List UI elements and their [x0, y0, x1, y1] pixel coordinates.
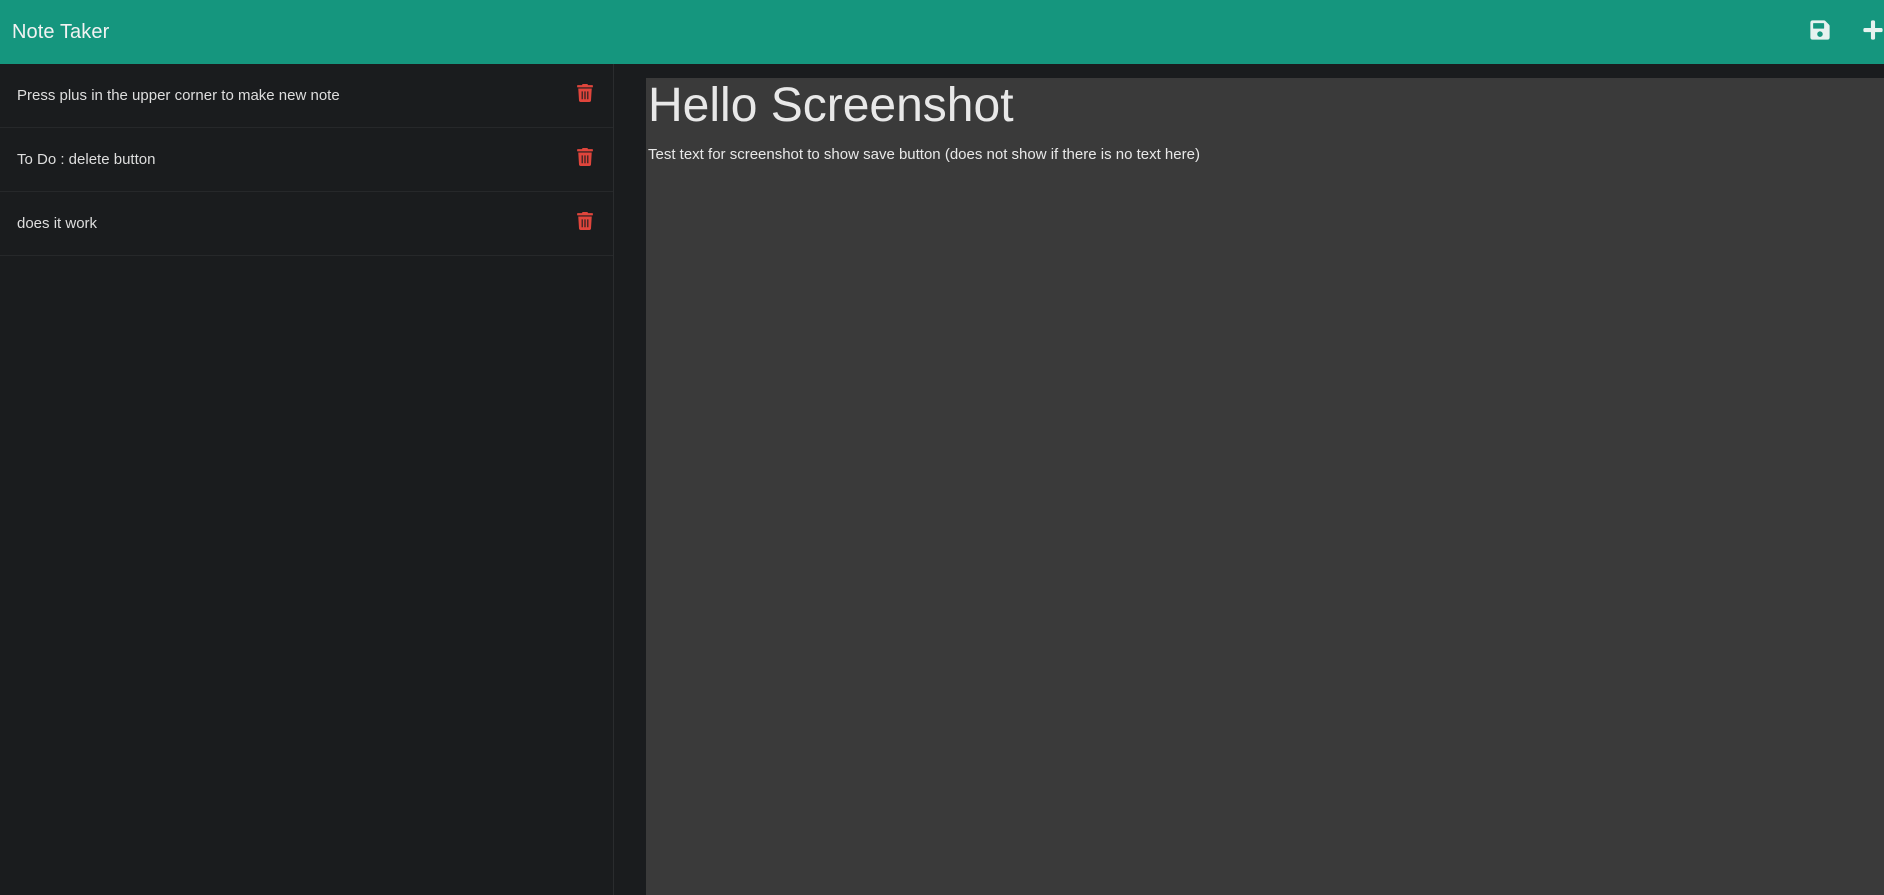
trash-icon [577, 211, 593, 230]
navbar: Note Taker [0, 0, 1884, 64]
note-list-item[interactable]: does it work [0, 192, 613, 256]
note-list-title: To Do : delete button [17, 151, 156, 168]
plus-icon [1863, 20, 1883, 40]
editor-panel: Hello Screenshot Test text for screensho… [614, 64, 1884, 895]
note-text-area[interactable]: Test text for screenshot to show save bu… [648, 146, 1848, 163]
note-list-title: does it work [17, 215, 98, 232]
trash-icon [577, 147, 593, 166]
note-list-item[interactable]: Press plus in the upper corner to make n… [0, 64, 613, 128]
note-editor: Hello Screenshot Test text for screensho… [646, 78, 1884, 895]
note-list-item[interactable]: To Do : delete button [0, 128, 613, 192]
save-note-button[interactable] [1804, 14, 1836, 46]
note-list-title: Press plus in the upper corner to make n… [17, 87, 340, 104]
app-brand-link[interactable]: Note Taker [12, 21, 109, 44]
delete-note-button[interactable] [574, 146, 596, 168]
delete-note-button[interactable] [574, 82, 596, 104]
notes-sidebar: Press plus in the upper corner to make n… [0, 64, 614, 895]
delete-note-button[interactable] [574, 210, 596, 232]
new-note-button[interactable] [1857, 14, 1884, 46]
floppy-disk-icon [1810, 20, 1830, 40]
note-title-input[interactable]: Hello Screenshot [648, 79, 1848, 133]
trash-icon [577, 83, 593, 102]
